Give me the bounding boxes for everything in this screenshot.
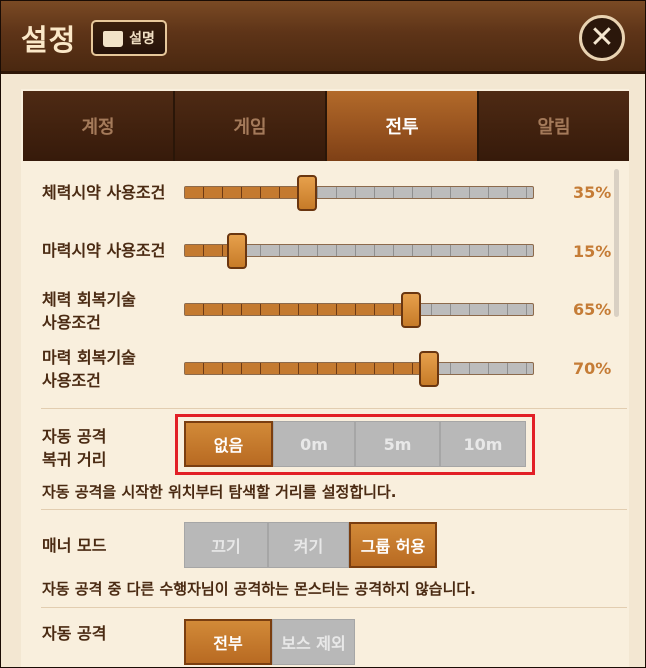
tab-combat-label: 전투 [385, 117, 419, 138]
mp-skill-label: 마력 회복기술 사용조건 [42, 346, 136, 392]
section-divider [41, 607, 627, 608]
tab-game[interactable]: 게임 [175, 91, 325, 161]
mp-skill-value: 70% [573, 359, 612, 378]
tab-account[interactable]: 계정 [23, 91, 173, 161]
mp-potion-label: 마력시약 사용조건 [42, 241, 166, 260]
hp-potion-value: 35% [573, 183, 612, 202]
slider-handle[interactable] [296, 175, 317, 211]
auto-target-option-exclude-boss[interactable]: 보스 제외 [272, 619, 355, 665]
hp-skill-slider[interactable] [184, 292, 534, 328]
auto-return-label-line1: 자동 공격 [42, 427, 107, 446]
slider-fill [185, 363, 429, 374]
auto-return-description: 자동 공격을 시작한 위치부터 탐색할 거리를 설정합니다. [42, 483, 397, 501]
tab-combat[interactable]: 전투 [327, 91, 477, 161]
slider-fill [185, 187, 307, 198]
settings-panel: 계정 게임 전투 알림 체력시약 사용조건 35% 마력시약 사용조건 15% … [21, 89, 629, 667]
tab-game-label: 게임 [233, 117, 267, 138]
mp-skill-label-line2: 사용조건 [42, 371, 101, 390]
auto-target-option-all[interactable]: 전부 [184, 619, 272, 665]
section-divider [41, 408, 627, 409]
hp-skill-value: 65% [573, 300, 612, 319]
manner-mode-label: 매너 모드 [42, 536, 107, 555]
help-button[interactable]: 설명 [91, 20, 167, 56]
auto-return-label-line2: 복귀 거리 [42, 450, 107, 469]
highlight-box [175, 414, 535, 475]
manner-mode-option-on[interactable]: 켜기 [268, 522, 349, 568]
slider-handle[interactable] [418, 351, 439, 387]
mp-potion-value: 15% [573, 242, 612, 261]
slider-fill [185, 304, 412, 315]
tab-account-label: 계정 [81, 117, 115, 138]
mp-potion-slider[interactable] [184, 233, 534, 269]
tab-alerts[interactable]: 알림 [479, 91, 629, 161]
hp-potion-label: 체력시약 사용조건 [42, 183, 166, 202]
auto-target-label: 자동 공격 [42, 624, 107, 643]
slider-handle[interactable] [401, 292, 422, 328]
manner-mode-option-off[interactable]: 끄기 [184, 522, 268, 568]
section-divider [41, 509, 627, 510]
book-icon [103, 30, 124, 47]
title-bar: 설정 설명 ✕ [1, 1, 645, 74]
tab-alerts-label: 알림 [537, 117, 571, 138]
hp-skill-label: 체력 회복기술 사용조건 [42, 288, 136, 334]
mp-skill-slider[interactable] [184, 351, 534, 387]
auto-return-label: 자동 공격 복귀 거리 [42, 425, 106, 471]
slider-handle[interactable] [227, 233, 248, 269]
scrollbar[interactable] [614, 169, 619, 317]
manner-mode-description: 자동 공격 중 다른 수행자님이 공격하는 몬스터는 공격하지 않습니다. [42, 580, 476, 598]
help-button-label: 설명 [129, 31, 155, 47]
manner-mode-option-group[interactable]: 그룹 허용 [349, 522, 437, 568]
settings-window: 설정 설명 ✕ 계정 게임 전투 알림 체력시약 사용조건 35% 마력시약 사… [0, 0, 646, 668]
hp-skill-label-line2: 사용조건 [42, 313, 101, 332]
auto-target-selector: 전부 보스 제외 [184, 619, 355, 665]
window-title: 설정 [21, 23, 77, 57]
close-button[interactable]: ✕ [579, 15, 625, 61]
hp-potion-slider[interactable] [184, 175, 534, 211]
close-icon: ✕ [589, 20, 615, 55]
mp-skill-label-line1: 마력 회복기술 [42, 348, 136, 367]
hp-skill-label-line1: 체력 회복기술 [42, 290, 136, 309]
tab-bar: 계정 게임 전투 알림 [23, 91, 629, 161]
manner-mode-selector: 끄기 켜기 그룹 허용 [184, 522, 437, 568]
